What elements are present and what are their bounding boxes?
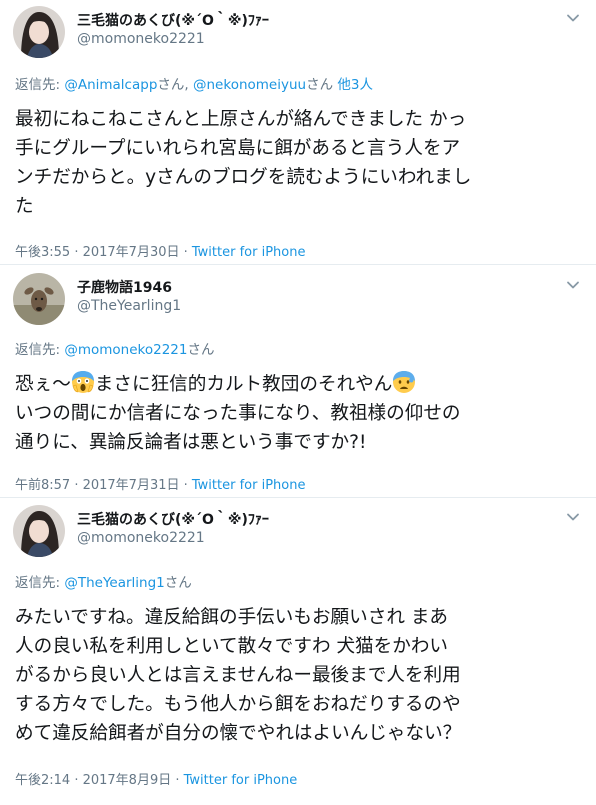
- display-name[interactable]: 三毛猫のあくび(※´O｀※)ﾌｧｰ: [77, 509, 269, 529]
- text-segment: 恐ぇ〜: [15, 374, 71, 395]
- reply-to: 返信先: @Animalcappさん, @nekonomeiyuuさん 他3人: [15, 73, 373, 93]
- handle[interactable]: @TheYearling1: [77, 298, 181, 314]
- tweet-text-line: めて違反給餌者が自分の懐でやれはよいんじゃない？: [15, 723, 462, 744]
- tweet-text-line: 恐ぇ〜 まさに狂信的カルト教団のそれやん: [15, 370, 585, 399]
- tweet-text-line: た: [15, 196, 34, 217]
- avatar-momoneko[interactable]: [13, 505, 65, 557]
- chevron-down-icon[interactable]: [566, 510, 580, 524]
- reply-suffix: さん: [306, 77, 338, 93]
- tweet-text-line: する方々でした。もう他人から餌をおねだりするのや: [15, 694, 461, 715]
- tweet-meta: 午前8:57 · 2017年7月31日 · Twitter for iPhone: [15, 474, 305, 493]
- reply-to: 返信先: @momoneko2221さん: [15, 338, 214, 358]
- anxious-face-with-sweat-emoji-icon: [393, 371, 416, 393]
- timestamp[interactable]: 午前8:57 · 2017年7月31日 ·: [15, 478, 192, 493]
- handle[interactable]: @momoneko2221: [77, 31, 205, 47]
- avatar-image: [13, 505, 65, 557]
- tweet-text-line: ンチだからと。yさんのブログを読むようにいわれまし: [15, 167, 472, 188]
- tweet-text-line: いつの間にか信者になった事になり、教祖様の仰せの: [15, 403, 461, 424]
- tweet-1: 三毛猫のあくび(※´O｀※)ﾌｧｰ @momoneko2221 返信先: @An…: [0, 0, 596, 264]
- mention-link[interactable]: @momoneko2221: [64, 342, 187, 358]
- reply-suffix: さん: [164, 575, 192, 591]
- avatar-momoneko[interactable]: [13, 6, 65, 58]
- reply-suffix: さん,: [157, 77, 193, 93]
- reply-prefix: 返信先:: [15, 77, 65, 93]
- tweet-text-line: 手にグループにいれられ宮島に餌があると言う人をア: [15, 138, 461, 159]
- chevron-down-icon[interactable]: [566, 11, 580, 25]
- timestamp[interactable]: 午後3:55 · 2017年7月30日 ·: [15, 245, 192, 260]
- tweet-text-line: みたいですね。違反給餌の手伝いもお願いされ まあ: [15, 607, 449, 628]
- mention-link[interactable]: @Animalcapp: [64, 77, 157, 93]
- avatar-image: [13, 273, 65, 325]
- tweet-meta: 午後3:55 · 2017年7月30日 · Twitter for iPhone: [15, 241, 305, 260]
- reply-to: 返信先: @TheYearling1さん: [15, 571, 192, 591]
- avatar-theyearling[interactable]: [13, 273, 65, 325]
- mention-link[interactable]: @nekonomeiyuu: [193, 77, 306, 93]
- reply-suffix: さん: [187, 342, 215, 358]
- tweet-2: 子鹿物語1946 @TheYearling1 返信先: @momoneko222…: [0, 265, 596, 498]
- others-link[interactable]: 他3人: [337, 77, 373, 93]
- tweet-meta: 午後2:14 · 2017年8月9日 · Twitter for iPhone: [15, 769, 297, 788]
- tweet-3: 三毛猫のあくび(※´O｀※)ﾌｧｰ @momoneko2221 返信先: @Th…: [0, 498, 596, 805]
- tweet-text: 最初にねこねこさんと上原さんが絡んできました かっ 手にグループにいれられ宮島に…: [15, 105, 585, 221]
- tweet-text-line: 通りに、異論反論者は悪という事ですか?!: [15, 432, 367, 453]
- source-link[interactable]: Twitter for iPhone: [184, 773, 298, 788]
- reply-prefix: 返信先:: [15, 342, 65, 358]
- mention-link[interactable]: @TheYearling1: [64, 575, 164, 591]
- tweet-text-line: 最初にねこねこさんと上原さんが絡んできました かっ: [15, 109, 467, 130]
- handle[interactable]: @momoneko2221: [77, 530, 205, 546]
- screaming-face-emoji-icon: [71, 371, 94, 393]
- text-segment: まさに狂信的カルト教団のそれやん: [94, 374, 393, 395]
- timestamp[interactable]: 午後2:14 · 2017年8月9日 ·: [15, 773, 184, 788]
- reply-prefix: 返信先:: [15, 575, 65, 591]
- source-link[interactable]: Twitter for iPhone: [192, 478, 306, 493]
- tweet-text-line: がるから良い人とは言えませんねー最後まで人を利用: [15, 665, 461, 686]
- tweet-text: みたいですね。違反給餌の手伝いもお願いされ まあ 人の良い私を利用しといて散々で…: [15, 603, 585, 748]
- display-name[interactable]: 子鹿物語1946: [77, 277, 172, 297]
- display-name[interactable]: 三毛猫のあくび(※´O｀※)ﾌｧｰ: [77, 10, 269, 30]
- chevron-down-icon[interactable]: [566, 278, 580, 292]
- source-link[interactable]: Twitter for iPhone: [192, 245, 306, 260]
- avatar-image: [13, 6, 65, 58]
- tweet-text: 恐ぇ〜 まさに狂信的カルト教団のそれやん いつの間にか信者になった事になり、教祖…: [15, 370, 585, 457]
- tweet-text-line: 人の良い私を利用しといて散々ですわ 犬猫をかわい: [15, 636, 449, 657]
